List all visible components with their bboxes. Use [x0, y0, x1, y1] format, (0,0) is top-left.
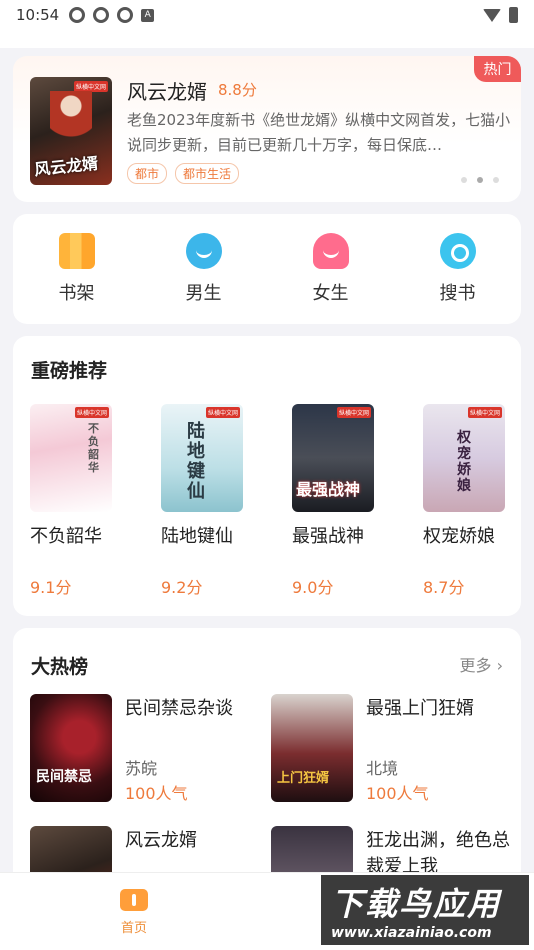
publisher-logo: 纵横中文网 — [74, 407, 109, 418]
boy-icon — [185, 233, 222, 269]
recommend-book[interactable]: 纵横中文网 不负韶华 不负韶华 9.1分 — [30, 404, 112, 598]
recommend-book[interactable]: 纵横中文网 权宠娇娘 权宠娇娘 8.7分 — [423, 404, 505, 598]
section-title: 重磅推荐 — [31, 360, 108, 382]
home-icon — [120, 889, 148, 911]
hot-list-item[interactable]: 民间禁忌 民间禁忌杂谈 苏皖 100人气 — [30, 694, 270, 804]
cover-title: 权宠娇娘 — [457, 430, 471, 494]
book-title[interactable]: 民间禁忌杂谈 — [125, 696, 270, 722]
book-score: 9.1分 — [30, 578, 72, 597]
book-popularity: 100人气 — [366, 784, 429, 803]
shortcut-label: 搜书 — [439, 283, 476, 304]
cover-title: 不负韶华 — [88, 422, 99, 474]
banner-tags: 都市 都市生活 — [127, 163, 240, 184]
banner-book-cover[interactable]: 纵横中文网 风云龙婿 — [30, 77, 112, 185]
cover-title: 陆地键仙 — [187, 421, 205, 502]
book-popularity: 100人气 — [125, 784, 188, 803]
cover-title: 最强战神 — [296, 480, 361, 499]
book-cover[interactable]: 纵横中文网 陆地键仙 — [161, 404, 243, 512]
girl-icon — [312, 233, 349, 269]
banner-book-description: 老鱼2023年度新书《绝世龙婿》纵横中文网首发，七猫小说同步更新，目前已更新几十… — [127, 111, 511, 154]
site-watermark: 下载鸟应用 www.xiazainiao.com — [319, 873, 531, 947]
cover-figure — [50, 91, 92, 151]
nav-home-label: 首页 — [120, 921, 147, 936]
book-author: 苏皖 — [125, 759, 158, 778]
shortcut-label: 女生 — [312, 283, 349, 304]
recommend-book[interactable]: 纵横中文网 最强战神 最强战神 9.0分 — [292, 404, 374, 598]
publisher-logo: 纵横中文网 — [336, 407, 371, 418]
more-link[interactable]: 更多 › — [460, 652, 504, 676]
app-badge-icon: A — [141, 8, 155, 22]
book-cover[interactable]: 上门狂婿 — [271, 694, 353, 802]
book-title[interactable]: 最强上门狂婿 — [366, 696, 511, 722]
book-author: 北境 — [366, 759, 399, 778]
book-cover[interactable]: 民间禁忌 — [30, 694, 112, 802]
banner-pagination — [461, 177, 499, 183]
recommend-book[interactable]: 纵横中文网 陆地键仙 陆地键仙 9.2分 — [161, 404, 243, 598]
book-score: 8.7分 — [423, 578, 465, 597]
shortcut-bookshelf[interactable]: 书架 — [27, 233, 127, 305]
publisher-logo: 纵横中文网 — [205, 407, 240, 418]
recommend-book-list: 纵横中文网 不负韶华 不负韶华 9.1分 纵横中文网 陆地键仙 陆地键仙 9.2… — [30, 404, 505, 598]
shortcut-label: 男生 — [185, 283, 222, 304]
battery-icon — [509, 7, 518, 23]
book-title[interactable]: 权宠娇娘 — [423, 522, 505, 548]
book-title[interactable]: 陆地键仙 — [161, 522, 243, 548]
recommend-section: 重磅推荐 纵横中文网 不负韶华 不负韶华 9.1分 纵横中文网 陆地键仙 陆地键… — [13, 336, 521, 616]
hot-list-item[interactable]: 上门狂婿 最强上门狂婿 北境 100人气 — [271, 694, 511, 804]
banner-book-score: 8.8分 — [218, 81, 257, 99]
bookshelf-icon — [58, 233, 95, 269]
pagination-dot-active — [477, 177, 483, 183]
watermark-url: www.xiazainiao.com — [331, 925, 492, 941]
book-title[interactable]: 不负韶华 — [30, 522, 112, 548]
notification-icon — [69, 7, 86, 23]
status-bar: 10:54 A — [0, 0, 534, 30]
genre-tag[interactable]: 都市生活 — [175, 163, 240, 184]
book-score: 9.2分 — [161, 578, 203, 597]
pagination-dot — [461, 177, 467, 183]
category-shortcuts: 书架 男生 女生 搜书 — [13, 214, 521, 324]
hot-list-section: 大热榜 更多 › 民间禁忌 民间禁忌杂谈 苏皖 100人气 上门狂婿 最强上门狂… — [13, 628, 521, 934]
shortcut-search[interactable]: 搜书 — [408, 233, 508, 305]
book-title[interactable]: 最强战神 — [292, 522, 374, 548]
cover-title: 民间禁忌 — [36, 769, 92, 785]
banner-book-title[interactable]: 风云龙婿 — [127, 76, 207, 105]
book-score: 9.0分 — [292, 578, 334, 597]
pagination-dot — [493, 177, 499, 183]
shortcut-boys[interactable]: 男生 — [154, 233, 254, 305]
hot-badge: 热门 — [474, 56, 521, 82]
cover-title: 上门狂婿 — [277, 771, 330, 786]
featured-banner[interactable]: 纵横中文网 风云龙婿 风云龙婿 8.8分 老鱼2023年度新书《绝世龙婿》纵横中… — [13, 56, 521, 202]
book-cover[interactable]: 纵横中文网 权宠娇娘 — [423, 404, 505, 512]
notification-icon — [93, 7, 110, 23]
status-time: 10:54 — [16, 6, 60, 24]
notification-icon — [117, 7, 134, 23]
book-title[interactable]: 风云龙婿 — [125, 828, 270, 854]
genre-tag[interactable]: 都市 — [127, 163, 168, 184]
nav-home-tab[interactable]: 首页 — [112, 889, 156, 936]
watermark-title: 下载鸟应用 — [331, 885, 502, 923]
section-title: 大热榜 — [31, 656, 89, 678]
cover-title: 风云龙婿 — [33, 153, 99, 180]
book-cover[interactable]: 纵横中文网 不负韶华 — [30, 404, 112, 512]
shortcut-label: 书架 — [58, 283, 95, 304]
wifi-icon — [483, 8, 501, 22]
book-cover[interactable]: 纵横中文网 最强战神 — [292, 404, 374, 512]
search-icon — [439, 233, 476, 269]
shortcut-girls[interactable]: 女生 — [281, 233, 381, 305]
publisher-logo: 纵横中文网 — [467, 407, 502, 418]
header-space — [0, 30, 534, 48]
